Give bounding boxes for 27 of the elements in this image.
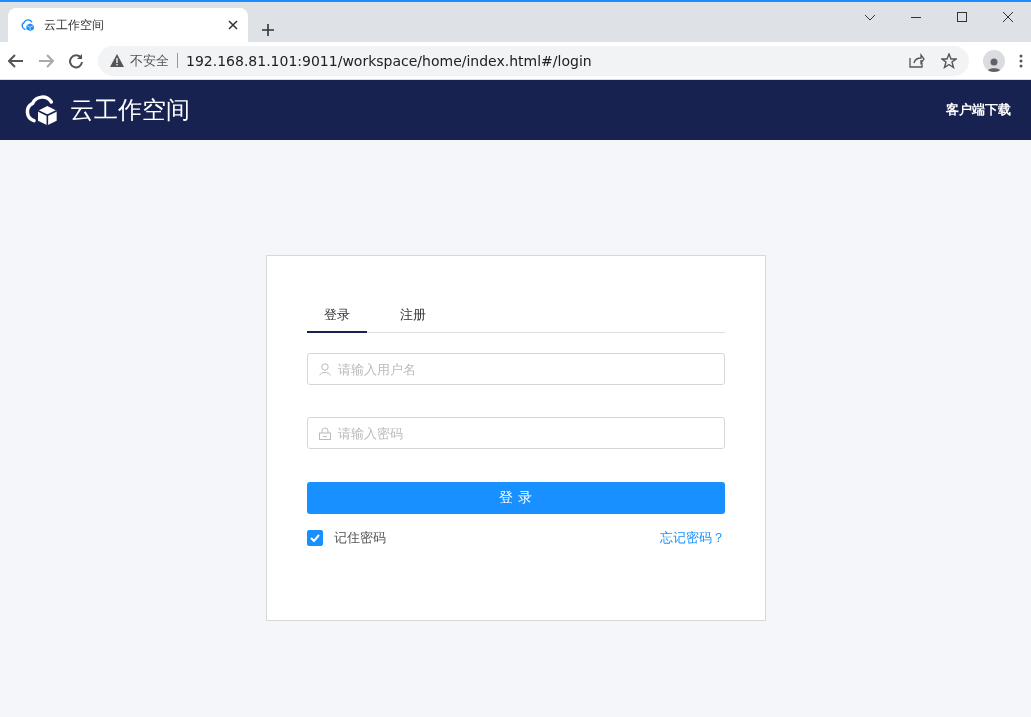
- app-name: 云工作空间: [70, 95, 190, 126]
- user-icon: [318, 363, 331, 376]
- password-field[interactable]: 请输入密码: [306, 417, 725, 449]
- chevron-down-icon[interactable]: [864, 13, 876, 21]
- share-icon[interactable]: [909, 53, 925, 68]
- remember-label: 记住密码: [333, 529, 387, 547]
- menu-icon[interactable]: [1019, 53, 1023, 68]
- reload-icon[interactable]: [68, 52, 84, 69]
- minimize-icon[interactable]: [911, 16, 921, 18]
- download-link[interactable]: 客户端下载: [946, 101, 1011, 119]
- cloud-icon: [20, 18, 36, 32]
- address-field[interactable]: 192.168.81.101:9011/workspace/home/index.html#/login: [186, 52, 903, 69]
- profile-avatar[interactable]: [983, 49, 1005, 72]
- security-label[interactable]: 不安全: [130, 53, 178, 68]
- back-arrow-icon[interactable]: [8, 53, 24, 68]
- login-tab[interactable]: 注册: [382, 298, 443, 333]
- close-icon[interactable]: [228, 20, 238, 30]
- login-tab[interactable]: 登录: [306, 298, 367, 333]
- maximize-icon[interactable]: [957, 12, 967, 22]
- lock-icon: [318, 427, 331, 440]
- star-icon[interactable]: [941, 52, 957, 69]
- close-icon[interactable]: [1003, 12, 1013, 22]
- checkmark-icon: [309, 534, 320, 542]
- warning-icon: [110, 54, 124, 67]
- username-field[interactable]: 请输入用户名: [306, 353, 725, 385]
- new-tab-icon[interactable]: [262, 24, 274, 36]
- remember-checkbox[interactable]: [306, 530, 323, 546]
